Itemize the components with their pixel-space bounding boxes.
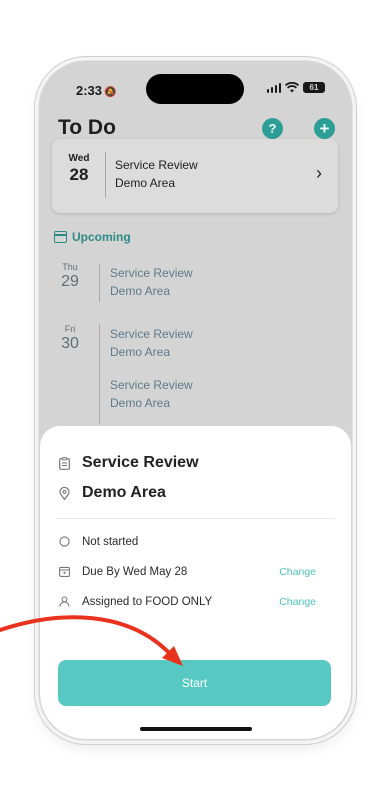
today-dow: Wed <box>68 153 90 164</box>
sheet-area: Demo Area <box>58 484 166 502</box>
upcoming-task[interactable]: Service Review Demo Area <box>110 325 193 361</box>
upcoming-day: 29 <box>61 273 79 290</box>
wifi-icon <box>285 82 299 93</box>
calendar-icon <box>54 231 67 243</box>
status-row: Not started <box>58 535 138 548</box>
upcoming-task-area: Demo Area <box>110 345 171 359</box>
due-row: Due By Wed May 28 <box>58 565 187 578</box>
status-icons: 61 <box>266 82 325 93</box>
plus-icon: + <box>319 119 330 138</box>
add-button[interactable]: + <box>314 118 335 139</box>
upcoming-task-area: Demo Area <box>110 396 171 410</box>
due-text: Due By Wed May 28 <box>82 565 188 578</box>
today-task-text: Service Review Demo Area <box>115 156 198 192</box>
dynamic-island <box>146 74 244 104</box>
status-text: Not started <box>82 535 139 548</box>
divider <box>99 324 100 424</box>
page-title: To Do <box>58 116 116 139</box>
upcoming-dow: Fri <box>64 324 76 334</box>
status-time: 2:33 🔕 <box>76 83 116 98</box>
silent-bell-icon: 🔕 <box>104 87 117 98</box>
upcoming-task-name: Service Review <box>110 378 193 392</box>
sheet-task-title: Service Review <box>58 454 199 472</box>
help-button[interactable]: ? <box>262 118 283 139</box>
upcoming-date-fri: Fri 30 <box>54 324 86 353</box>
clipboard-icon <box>58 456 70 470</box>
upcoming-dow: Thu <box>62 262 78 272</box>
divider <box>105 152 106 198</box>
battery-level: 61 <box>309 83 319 92</box>
upcoming-task-area: Demo Area <box>110 284 171 298</box>
divider <box>99 264 100 302</box>
sheet-area-name: Demo Area <box>82 484 166 501</box>
today-task-area: Demo Area <box>115 176 176 190</box>
change-assignee-link[interactable]: Change <box>279 596 316 608</box>
upcoming-task-name: Service Review <box>110 266 193 280</box>
chevron-right-icon: › <box>316 163 322 183</box>
location-pin-icon <box>58 486 70 500</box>
home-indicator <box>140 727 252 731</box>
battery-icon: 61 <box>303 82 325 93</box>
signal-icon <box>266 82 281 93</box>
today-task-name: Service Review <box>115 158 198 172</box>
upcoming-label: Upcoming <box>72 230 131 244</box>
change-due-link[interactable]: Change <box>279 566 316 578</box>
upcoming-day: 30 <box>61 335 79 352</box>
today-day: 28 <box>69 165 89 184</box>
divider <box>56 518 335 519</box>
today-date: Wed 28 <box>60 153 98 185</box>
upcoming-task[interactable]: Service Review Demo Area <box>110 376 193 412</box>
status-time-text: 2:33 <box>76 83 103 98</box>
upcoming-header: Upcoming <box>54 230 131 244</box>
circle-status-icon <box>58 535 70 548</box>
upcoming-task[interactable]: Service Review Demo Area <box>110 264 193 300</box>
task-detail-sheet: Service Review Demo Area Not started Due… <box>40 426 351 739</box>
upcoming-date-thu: Thu 29 <box>54 262 86 291</box>
annotation-arrow-icon <box>0 615 183 666</box>
sheet-task-name: Service Review <box>82 454 199 471</box>
today-task-card[interactable]: Wed 28 Service Review Demo Area › <box>52 139 338 213</box>
upcoming-task-name: Service Review <box>110 327 193 341</box>
question-icon: ? <box>268 121 277 136</box>
calendar-icon <box>58 565 70 578</box>
page: 2:33 🔕 61 To Do ? + Wed 28 Service Revie… <box>0 0 390 786</box>
